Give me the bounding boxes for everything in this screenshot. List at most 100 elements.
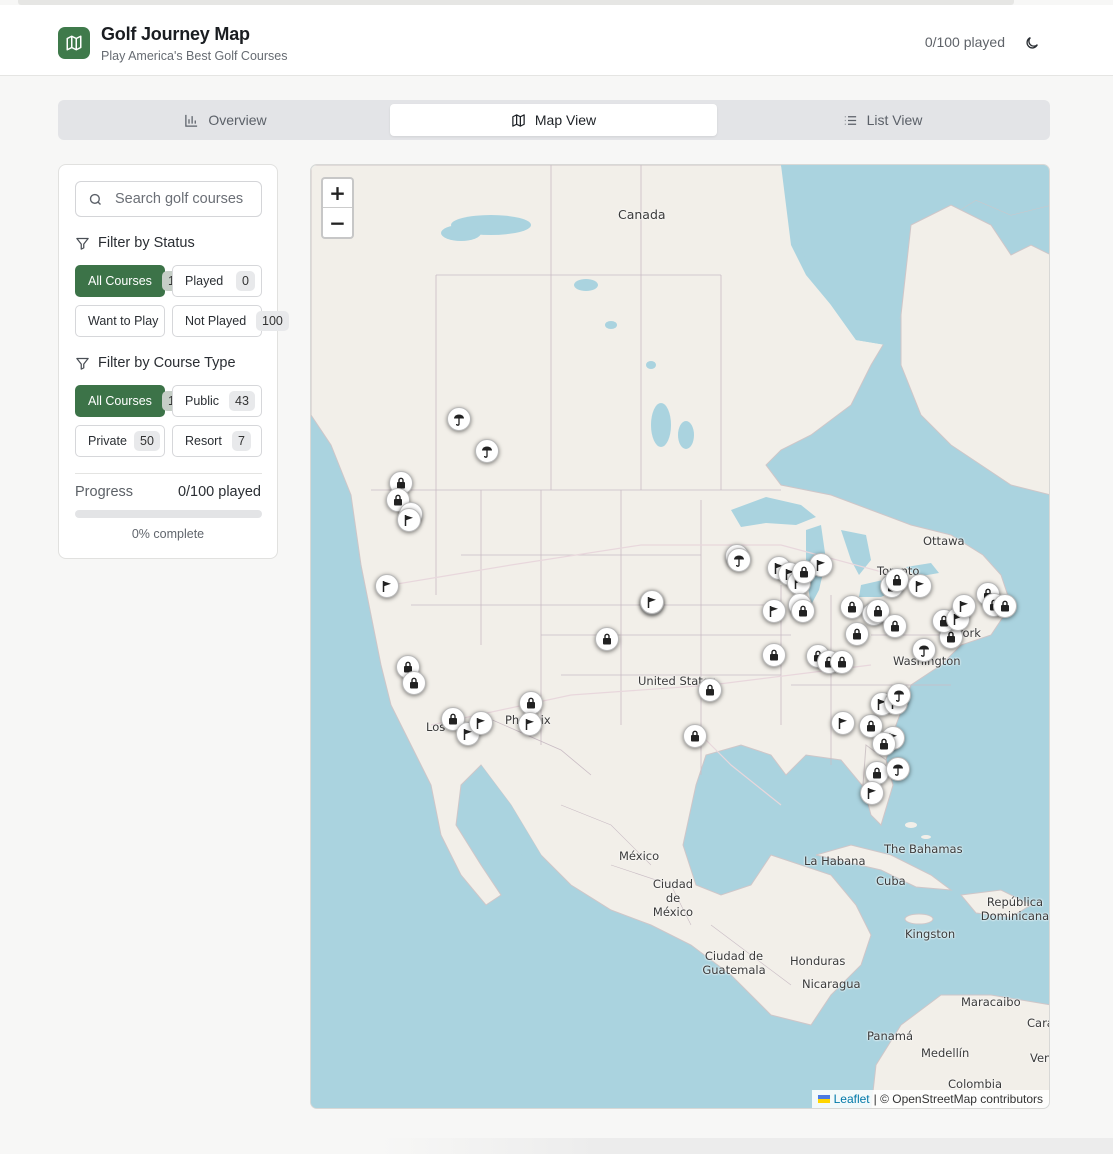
course-marker[interactable] — [791, 599, 815, 623]
flag-icon — [476, 717, 485, 729]
ukraine-flag-icon — [817, 1095, 830, 1103]
status-filter-heading-text: Filter by Status — [98, 235, 195, 251]
course-marker[interactable] — [840, 595, 864, 619]
course-marker[interactable] — [885, 568, 909, 592]
course-marker[interactable] — [595, 627, 619, 651]
app-subtitle: Play America's Best Golf Courses — [101, 49, 288, 63]
flag-icon — [959, 600, 968, 612]
lock-icon — [691, 730, 699, 742]
type-filter-resort[interactable]: Resort 7 — [172, 425, 262, 457]
filter-label: All Courses — [88, 394, 152, 408]
course-marker[interactable] — [447, 407, 471, 431]
umbrella-icon — [894, 690, 904, 702]
lock-icon — [893, 574, 901, 586]
filter-icon — [76, 357, 89, 370]
progress-value: 0/100 played — [177, 484, 261, 500]
course-marker[interactable] — [886, 757, 910, 781]
lock-icon — [891, 620, 899, 632]
bar-chart-icon — [185, 114, 198, 127]
map-label: La Habana — [804, 854, 866, 868]
course-marker[interactable] — [475, 439, 499, 463]
zoom-control: + − — [321, 177, 354, 239]
course-marker[interactable] — [872, 732, 896, 756]
search-box[interactable] — [75, 181, 262, 217]
filter-count: 7 — [232, 431, 251, 451]
lock-icon — [947, 631, 955, 643]
leaflet-link[interactable]: Leaflet — [834, 1092, 870, 1106]
tab-overview[interactable]: Overview — [62, 104, 389, 136]
filter-label: Public — [185, 394, 220, 408]
type-filter-private[interactable]: Private 50 — [75, 425, 165, 457]
zoom-in-button[interactable]: + — [323, 179, 352, 208]
lock-icon — [603, 633, 611, 645]
course-marker[interactable] — [993, 594, 1017, 618]
course-marker[interactable] — [845, 622, 869, 646]
map-label: Honduras — [790, 954, 846, 968]
map-label: Canada — [618, 207, 666, 222]
flag-icon — [867, 787, 876, 799]
course-marker[interactable] — [397, 508, 421, 532]
map-label: Ottawa — [923, 534, 965, 548]
map-label: Medellín — [921, 1046, 970, 1060]
flag-icon — [769, 605, 778, 617]
divider — [75, 473, 262, 474]
umbrella-icon — [454, 414, 464, 426]
search-icon — [89, 193, 101, 205]
lock-icon — [1001, 600, 1009, 612]
lock-icon — [880, 738, 888, 750]
course-marker[interactable] — [698, 678, 722, 702]
tab-map-view[interactable]: Map View — [390, 104, 717, 136]
type-filter-all[interactable]: 100 All Courses — [75, 385, 195, 417]
course-marker[interactable] — [830, 650, 854, 674]
lock-icon — [853, 628, 861, 640]
course-marker[interactable] — [727, 548, 751, 572]
lock-icon — [800, 566, 808, 578]
course-marker[interactable] — [469, 711, 493, 735]
course-marker[interactable] — [831, 711, 855, 735]
course-marker[interactable] — [887, 683, 911, 707]
tab-list-view[interactable]: List View — [719, 104, 1046, 136]
lock-icon — [873, 767, 881, 779]
course-marker[interactable] — [518, 712, 542, 736]
zoom-out-button[interactable]: − — [323, 208, 352, 237]
filter-count: 50 — [134, 431, 160, 451]
type-filter-public[interactable]: Public 43 — [172, 385, 262, 417]
lock-icon — [867, 720, 875, 732]
course-marker[interactable] — [908, 574, 932, 598]
lock-icon — [848, 601, 856, 613]
flag-icon — [838, 717, 847, 729]
view-tabs: Overview Map View List View — [58, 100, 1050, 140]
course-marker[interactable] — [952, 594, 976, 618]
course-marker[interactable] — [860, 781, 884, 805]
course-marker[interactable] — [402, 671, 426, 695]
status-filter-played[interactable]: Played 0 — [172, 265, 262, 297]
course-marker[interactable] — [912, 638, 936, 662]
flag-icon — [382, 580, 391, 592]
status-filter-heading: Filter by Status — [75, 235, 195, 251]
progress-bar — [75, 510, 262, 518]
course-map[interactable]: + − Canada Ottawa Toronto York Washingto… — [310, 164, 1050, 1109]
tab-map-view-label: Map View — [534, 112, 597, 128]
lock-icon — [770, 649, 778, 661]
course-marker[interactable] — [683, 724, 707, 748]
list-icon — [844, 115, 856, 125]
status-filter-want-to-play[interactable]: Want to Play 0 — [75, 305, 191, 337]
flag-icon — [525, 718, 534, 730]
course-marker[interactable] — [883, 614, 907, 638]
tab-list-view-label: List View — [866, 112, 923, 128]
course-marker[interactable] — [762, 643, 786, 667]
filter-count: 43 — [229, 391, 255, 411]
status-filter-not-played[interactable]: Not Played 100 — [172, 305, 289, 337]
lock-icon — [527, 697, 535, 709]
map-label: Maracaibo — [961, 995, 1021, 1009]
lock-icon — [394, 494, 402, 506]
course-marker[interactable] — [640, 590, 664, 614]
course-marker[interactable] — [375, 574, 399, 598]
status-filter-all[interactable]: 100 All Courses — [75, 265, 195, 297]
course-marker[interactable] — [762, 599, 786, 623]
course-marker[interactable] — [792, 560, 816, 584]
theme-toggle-button[interactable] — [1021, 32, 1043, 54]
search-input[interactable] — [115, 191, 255, 207]
map-icon — [58, 27, 90, 59]
map-label: Cuba — [876, 874, 906, 888]
